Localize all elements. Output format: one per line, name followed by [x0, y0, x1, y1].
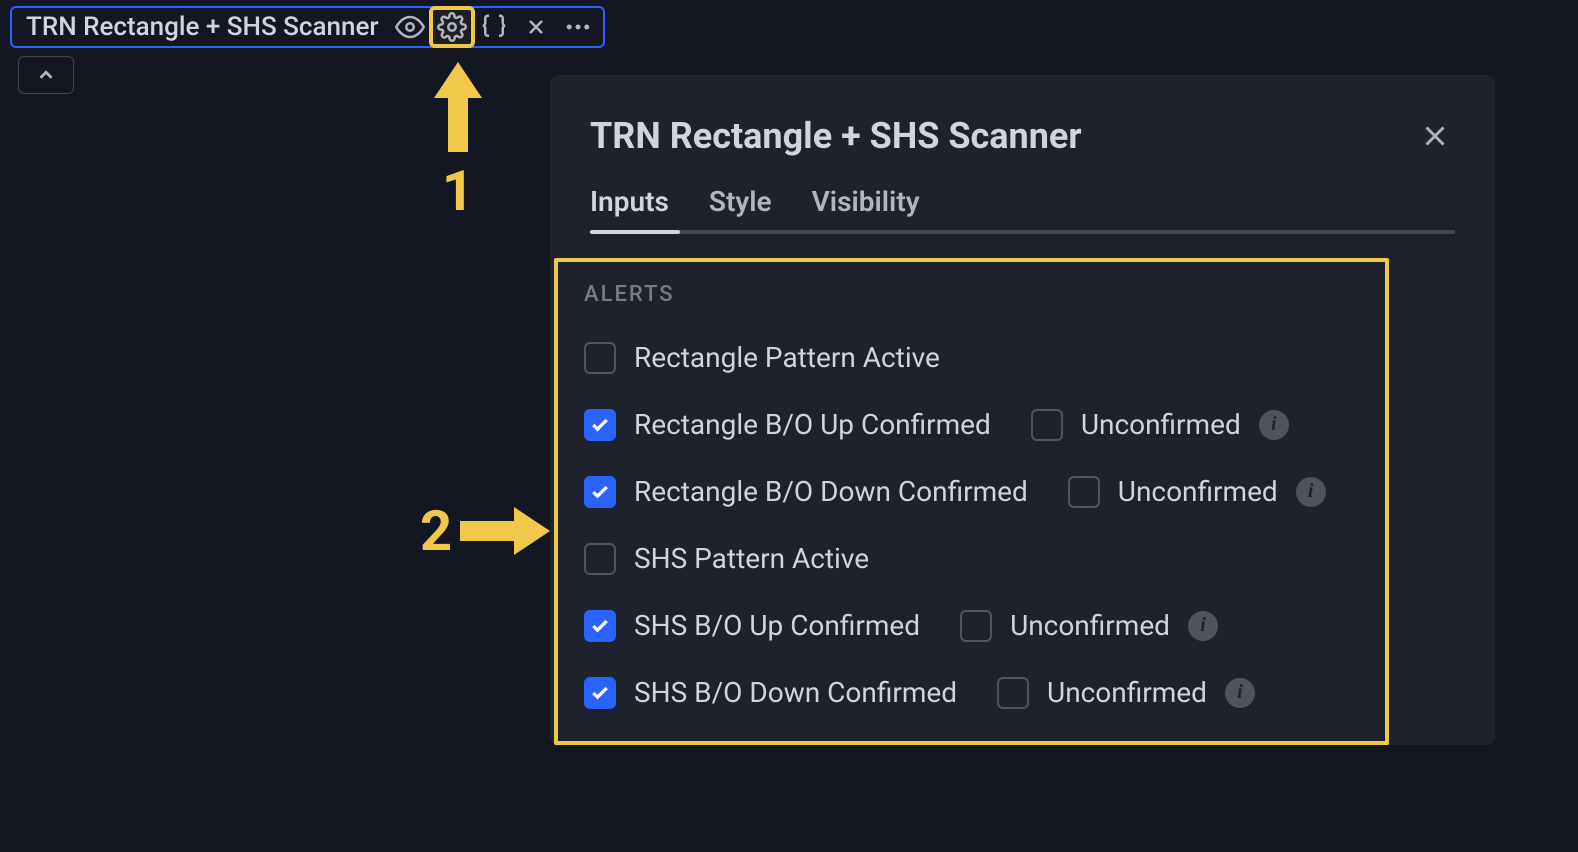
option-label: Rectangle Pattern Active: [634, 341, 940, 374]
checkbox-shs-active[interactable]: [584, 543, 616, 575]
checkbox-rect-bo-down-unconfirmed[interactable]: [1068, 476, 1100, 508]
annotation-arrow-2: 2: [420, 498, 550, 564]
checkbox-shs-bo-down-unconfirmed[interactable]: [997, 677, 1029, 709]
checkbox-rect-bo-down[interactable]: [584, 476, 616, 508]
tab-style[interactable]: Style: [709, 185, 772, 234]
source-code-icon[interactable]: [473, 8, 515, 46]
option-row: SHS B/O Down Confirmed Unconfirmed i: [584, 676, 1359, 709]
more-icon[interactable]: [557, 8, 599, 46]
delete-icon[interactable]: [515, 8, 557, 46]
option-label: SHS Pattern Active: [634, 542, 869, 575]
option-label: SHS B/O Up Confirmed: [634, 609, 920, 642]
info-icon[interactable]: i: [1259, 410, 1289, 440]
visibility-icon[interactable]: [389, 8, 431, 46]
option-row: Rectangle B/O Down Confirmed Unconfirmed…: [584, 475, 1359, 508]
info-icon[interactable]: i: [1225, 678, 1255, 708]
option-row: Rectangle Pattern Active: [584, 341, 1359, 374]
dialog-header: TRN Rectangle + SHS Scanner: [550, 75, 1495, 185]
dialog-tabs: Inputs Style Visibility: [550, 185, 1495, 234]
option-label: Unconfirmed: [1081, 408, 1241, 441]
close-icon[interactable]: [1415, 116, 1455, 156]
checkbox-rect-active[interactable]: [584, 342, 616, 374]
settings-icon[interactable]: [431, 8, 473, 46]
annotation-number-2: 2: [420, 498, 452, 564]
checkbox-rect-bo-up-unconfirmed[interactable]: [1031, 409, 1063, 441]
checkbox-shs-bo-up[interactable]: [584, 610, 616, 642]
checkbox-shs-bo-up-unconfirmed[interactable]: [960, 610, 992, 642]
checkbox-shs-bo-down[interactable]: [584, 677, 616, 709]
option-label: SHS B/O Down Confirmed: [634, 676, 957, 709]
tab-visibility[interactable]: Visibility: [812, 185, 920, 234]
indicator-title: TRN Rectangle + SHS Scanner: [16, 12, 389, 42]
option-row: Rectangle B/O Up Confirmed Unconfirmed i: [584, 408, 1359, 441]
option-label: Unconfirmed: [1010, 609, 1170, 642]
option-label: Rectangle B/O Down Confirmed: [634, 475, 1028, 508]
info-icon[interactable]: i: [1296, 477, 1326, 507]
tab-underline-active: [590, 230, 680, 234]
option-row: SHS B/O Up Confirmed Unconfirmed i: [584, 609, 1359, 642]
tab-underline: [590, 230, 1455, 234]
section-heading: ALERTS: [584, 282, 1359, 307]
option-label: Unconfirmed: [1047, 676, 1207, 709]
annotation-number-1: 1: [442, 158, 474, 224]
info-icon[interactable]: i: [1188, 611, 1218, 641]
dialog-title: TRN Rectangle + SHS Scanner: [590, 115, 1082, 157]
option-row: SHS Pattern Active: [584, 542, 1359, 575]
option-label: Rectangle B/O Up Confirmed: [634, 408, 991, 441]
alerts-section: ALERTS Rectangle Pattern Active Rectangl…: [554, 258, 1389, 745]
option-label: Unconfirmed: [1118, 475, 1278, 508]
annotation-arrow-1: 1: [432, 62, 484, 224]
checkbox-rect-bo-up[interactable]: [584, 409, 616, 441]
indicator-toolbar: TRN Rectangle + SHS Scanner: [10, 6, 605, 48]
settings-dialog: TRN Rectangle + SHS Scanner Inputs Style…: [550, 75, 1495, 745]
collapse-button[interactable]: [18, 56, 74, 94]
tab-inputs[interactable]: Inputs: [590, 185, 669, 234]
